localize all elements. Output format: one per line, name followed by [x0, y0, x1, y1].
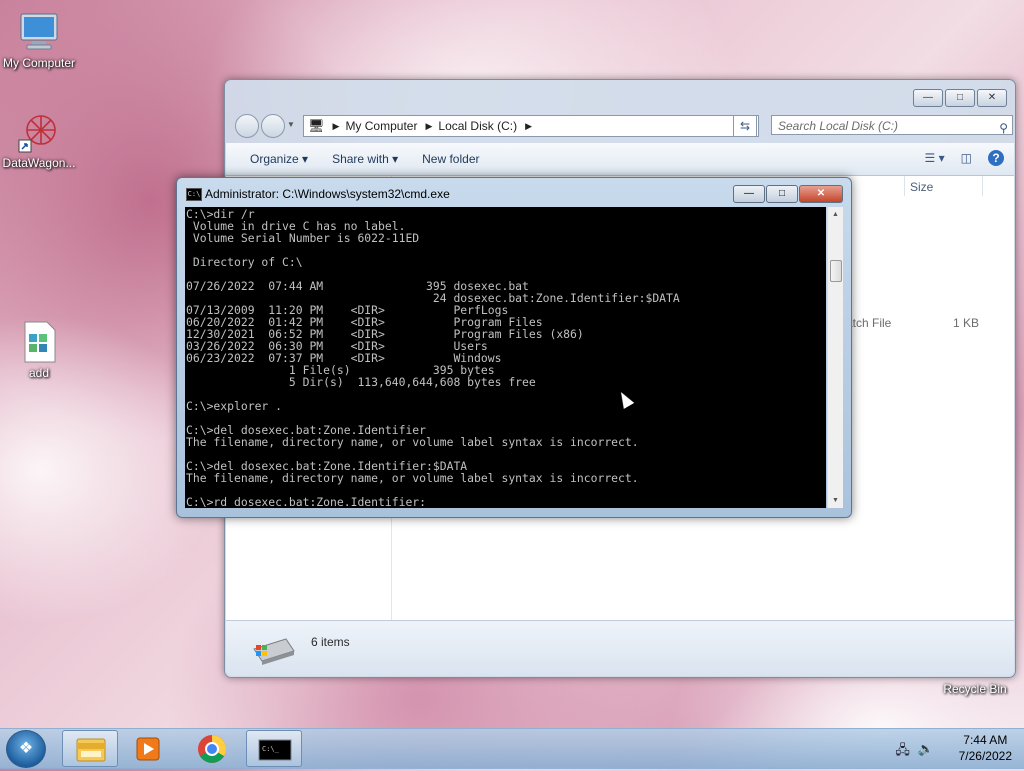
breadcrumb-separator-icon[interactable]: ▶: [425, 121, 432, 132]
search-placeholder: Search Local Disk (C:): [778, 119, 899, 133]
share-with-button[interactable]: Share with ▾: [332, 152, 398, 166]
back-button[interactable]: [235, 114, 259, 138]
explorer-window-controls: — □ ✕: [913, 89, 1007, 107]
organize-button[interactable]: Organize ▾: [250, 152, 308, 166]
details-pane: 6 items: [226, 620, 1014, 676]
column-divider[interactable]: [904, 176, 905, 196]
navigation-bar: ▼ 🖥 ▶ My Computer ▶ Local Disk (C:) ▶ ▼ …: [233, 114, 1013, 138]
registry-file-icon: [17, 320, 61, 364]
desktop-icon-label: My Computer: [2, 56, 76, 70]
desktop-icon-datawagon[interactable]: DataWagon...: [0, 110, 79, 170]
vertical-scrollbar[interactable]: ▲ ▼: [827, 207, 843, 508]
taskbar-chrome[interactable]: [184, 730, 240, 767]
column-divider[interactable]: [982, 176, 983, 196]
console-text: C:\>dir /r Volume in drive C has no labe…: [186, 207, 680, 508]
taskbar-cmd[interactable]: C:\_: [246, 730, 302, 767]
cmd-window: C:\ Administrator: C:\Windows\system32\c…: [176, 177, 852, 518]
refresh-button[interactable]: ⇆: [733, 115, 757, 137]
cmd-window-controls: — □ ✕: [733, 185, 843, 203]
change-view-icon[interactable]: ☰ ▾: [925, 151, 945, 165]
search-icon[interactable]: ⚲: [999, 118, 1008, 138]
forward-button[interactable]: [261, 114, 285, 138]
search-input[interactable]: Search Local Disk (C:) ⚲: [771, 115, 1013, 135]
minimize-button[interactable]: —: [913, 89, 943, 107]
volume-icon[interactable]: 🔈: [918, 741, 934, 763]
desktop-icon-recycle-bin[interactable]: Recycle Bin: [935, 682, 1015, 696]
computer-icon: [17, 10, 61, 54]
computer-icon: 🖥: [308, 118, 325, 133]
start-button[interactable]: ❖: [6, 730, 46, 768]
clock[interactable]: 7:44 AM 7/26/2022: [959, 733, 1012, 763]
desktop-icon-add[interactable]: add: [0, 320, 79, 380]
drive-icon: [250, 635, 296, 668]
command-bar: Organize ▾ Share with ▾ New folder ☰ ▾ ◫…: [226, 143, 1014, 176]
system-tray: 🖧 🔈: [895, 741, 934, 763]
breadcrumb-separator-icon[interactable]: ▶: [333, 121, 340, 132]
taskbar-windows-explorer[interactable]: [62, 730, 118, 767]
help-icon[interactable]: ?: [988, 150, 1004, 166]
cmd-icon[interactable]: C:\: [186, 188, 202, 201]
item-count: 6 items: [311, 635, 350, 649]
svg-text:C:\_: C:\_: [262, 745, 280, 753]
scrollbar-thumb[interactable]: [830, 260, 842, 282]
new-folder-button[interactable]: New folder: [422, 152, 479, 166]
file-size-cell[interactable]: 1 KB: [953, 316, 979, 330]
clock-date: 7/26/2022: [958, 749, 1012, 763]
column-header-size[interactable]: Size: [910, 180, 933, 194]
close-button[interactable]: ✕: [799, 185, 843, 203]
taskbar: ❖ C:\_ 🖧 🔈 7:44 AM 7/26/2022: [0, 728, 1024, 769]
desktop-icon-label: add: [28, 366, 50, 380]
datawagon-shortcut-icon: [17, 110, 61, 154]
preview-pane-icon[interactable]: ◫: [961, 151, 972, 165]
breadcrumb-local-disk[interactable]: Local Disk (C:): [438, 119, 517, 133]
scroll-down-icon[interactable]: ▼: [828, 493, 843, 508]
clock-time: 7:44 AM: [963, 733, 1008, 747]
maximize-button[interactable]: □: [766, 185, 798, 203]
minimize-button[interactable]: —: [733, 185, 765, 203]
desktop-icon-label: DataWagon...: [2, 156, 76, 170]
breadcrumb-my-computer[interactable]: My Computer: [345, 119, 417, 133]
chrome-icon: [198, 735, 226, 763]
breadcrumb-separator-icon[interactable]: ▶: [525, 121, 532, 132]
desktop-icon-label: Recycle Bin: [943, 682, 1007, 696]
windows-explorer-icon: [76, 738, 106, 762]
scroll-up-icon[interactable]: ▲: [828, 207, 843, 222]
file-type-cell[interactable]: atch File: [846, 316, 891, 330]
maximize-button[interactable]: □: [945, 89, 975, 107]
desktop-icon-my-computer[interactable]: My Computer: [0, 10, 79, 70]
network-icon[interactable]: 🖧: [895, 741, 910, 763]
close-button[interactable]: ✕: [977, 89, 1007, 107]
console-output[interactable]: C:\>dir /r Volume in drive C has no labe…: [185, 207, 826, 508]
address-bar[interactable]: 🖥 ▶ My Computer ▶ Local Disk (C:) ▶ ▼: [303, 115, 759, 137]
cmd-window-title: Administrator: C:\Windows\system32\cmd.e…: [205, 187, 450, 201]
taskbar-media-player[interactable]: [120, 730, 176, 767]
cmd-icon: C:\_: [258, 739, 292, 761]
media-player-icon: [136, 737, 160, 761]
recent-pages-icon[interactable]: ▼: [287, 120, 295, 129]
